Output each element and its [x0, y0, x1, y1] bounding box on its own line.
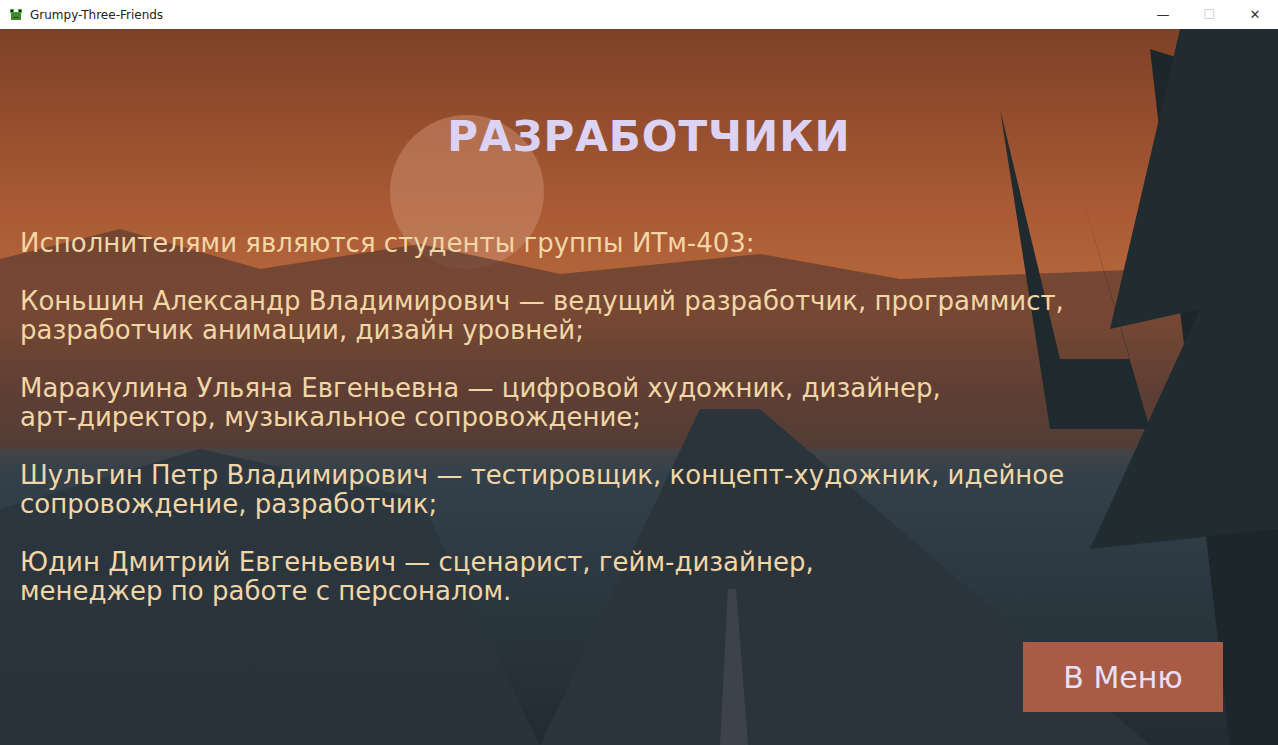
developer-entry: Шульгин Петр Владимирович — тестировщик,… [20, 461, 1278, 519]
developer-line: Шульгин Петр Владимирович — тестировщик,… [20, 461, 1278, 490]
developer-line: арт-директор, музыкальное сопровождение; [20, 403, 1278, 432]
frog-icon [8, 7, 24, 23]
title-bar: Grumpy-Three-Friends —☐✕ [0, 0, 1278, 29]
window-control[interactable]: ✕ [1232, 0, 1278, 29]
menu-button[interactable]: В Меню [1023, 642, 1223, 712]
window-control[interactable]: ☐ [1186, 0, 1232, 29]
developer-entry: Юдин Дмитрий Евгеньевич — сценарист, гей… [20, 548, 1278, 606]
window-control[interactable]: — [1140, 0, 1186, 29]
developer-line: Маракулина Ульяна Евгеньевна — цифровой … [20, 374, 1278, 403]
developer-line: менеджер по работе с персоналом. [20, 577, 1278, 606]
button-row: В Меню [20, 642, 1278, 712]
developer-line: сопровождение, разработчик; [20, 490, 1278, 519]
developer-line: Юдин Дмитрий Евгеньевич — сценарист, гей… [20, 548, 1278, 577]
credits-content: РАЗРАБОТЧИКИ Исполнителями являются студе… [0, 29, 1278, 745]
window-controls: —☐✕ [1140, 0, 1278, 29]
credits-heading: РАЗРАБОТЧИКИ [20, 111, 1278, 163]
app-window: Grumpy-Three-Friends —☐✕ РАЗРАБОТЧИКИ Испол… [0, 0, 1278, 745]
developer-line: Коньшин Александр Владимирович — ведущий… [20, 287, 1278, 316]
window-title: Grumpy-Three-Friends [30, 6, 163, 24]
game-screen: РАЗРАБОТЧИКИ Исполнителями являются студе… [0, 29, 1278, 745]
developer-entry: Маракулина Ульяна Евгеньевна — цифровой … [20, 374, 1278, 432]
developer-line: разработчик анимации, дизайн уровней; [20, 316, 1278, 345]
developer-entry: Коньшин Александр Владимирович — ведущий… [20, 287, 1278, 345]
credits-intro: Исполнителями являются студенты группы И… [20, 229, 1278, 258]
developer-list: Коньшин Александр Владимирович — ведущий… [20, 287, 1278, 606]
